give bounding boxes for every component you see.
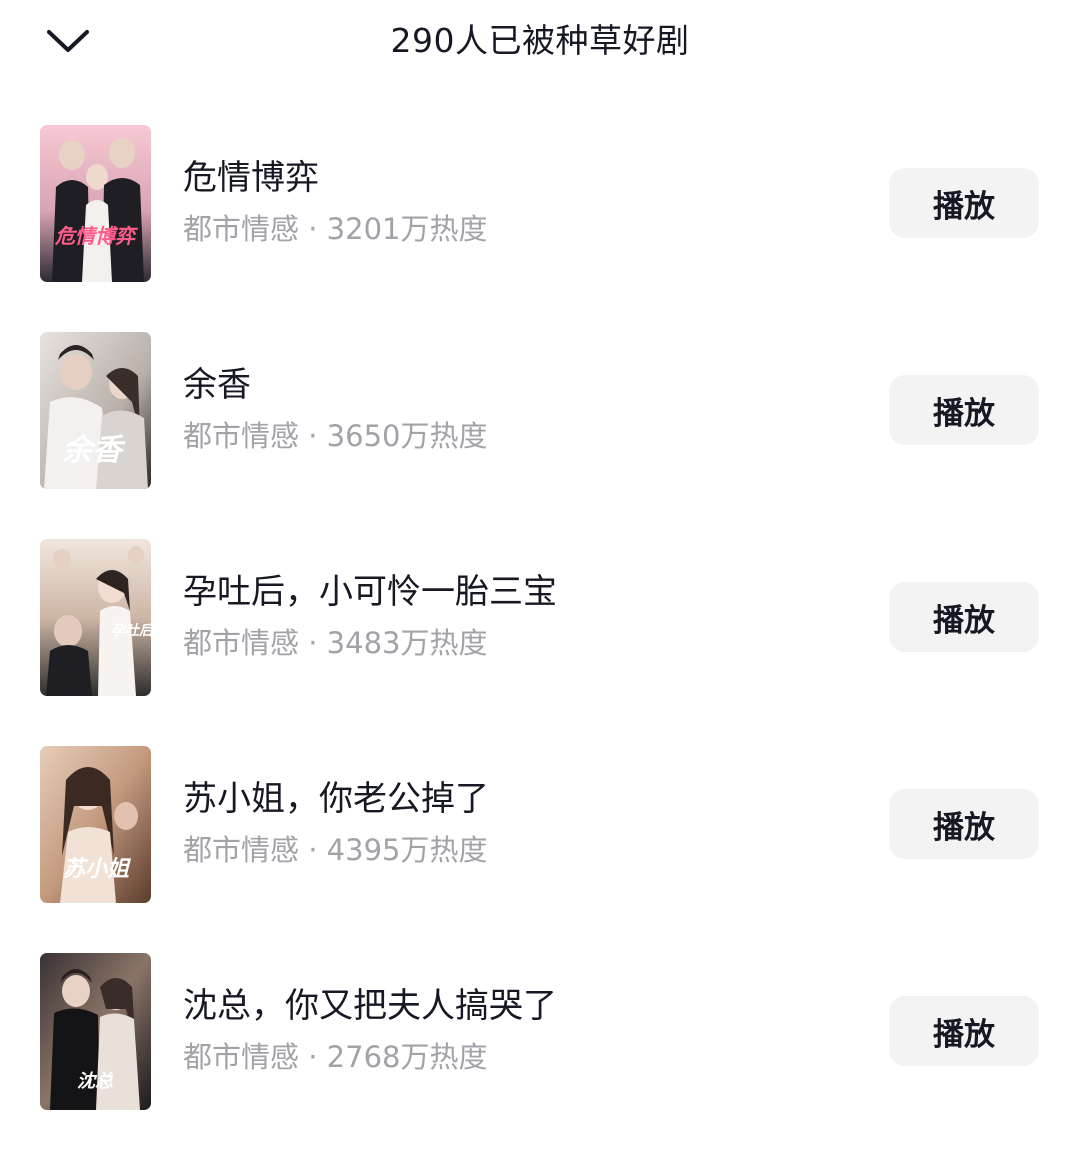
drama-poster[interactable]: 孕吐后: [40, 539, 151, 696]
play-button[interactable]: 播放: [889, 789, 1039, 859]
drama-heat: 2768万热度: [326, 1040, 488, 1074]
page-title: 290人已被种草好剧: [390, 21, 690, 60]
meta-separator: ·: [308, 1040, 318, 1074]
drama-heat: 3650万热度: [326, 419, 488, 453]
drama-genre: 都市情感: [183, 626, 300, 660]
play-button[interactable]: 播放: [889, 996, 1039, 1066]
poster-title-text: 危情博弈: [54, 224, 139, 248]
header-bar: 290人已被种草好剧: [0, 0, 1080, 82]
meta-separator: ·: [308, 833, 318, 867]
drama-info: 余香 都市情感 · 3650万热度: [183, 360, 870, 458]
drama-title: 危情博弈: [183, 158, 319, 198]
drama-info: 苏小姐，你老公掉了 都市情感 · 4395万热度: [183, 774, 870, 872]
drama-meta: 都市情感 · 3483万热度: [183, 621, 870, 665]
play-button[interactable]: 播放: [889, 582, 1039, 652]
drama-info: 危情博弈 都市情感 · 3201万热度: [183, 153, 870, 251]
drama-genre: 都市情感: [183, 212, 300, 246]
meta-separator: ·: [308, 212, 318, 246]
drama-genre: 都市情感: [183, 833, 300, 867]
drama-heat: 4395万热度: [326, 833, 488, 867]
drama-list-item[interactable]: 孕吐后 孕吐后，小可怜一胎三宝 都市情感 · 3483万热度 播放: [0, 527, 1080, 709]
drama-list-item[interactable]: 余香 余香 都市情感 · 3650万热度 播放: [0, 320, 1080, 502]
drama-genre: 都市情感: [183, 1040, 300, 1074]
drama-info: 孕吐后，小可怜一胎三宝 都市情感 · 3483万热度: [183, 567, 870, 665]
drama-meta: 都市情感 · 3201万热度: [183, 207, 870, 251]
drama-title: 苏小姐，你老公掉了: [183, 779, 489, 819]
meta-separator: ·: [308, 626, 318, 660]
drama-title: 余香: [183, 365, 251, 405]
drama-heat: 3201万热度: [326, 212, 488, 246]
poster-title-text: 孕吐后: [111, 623, 151, 639]
poster-title-text: 沈总: [77, 1071, 114, 1092]
drama-genre: 都市情感: [183, 419, 300, 453]
drama-meta: 都市情感 · 2768万热度: [183, 1035, 870, 1079]
drama-info: 沈总，你又把夫人搞哭了 都市情感 · 2768万热度: [183, 981, 870, 1079]
poster-title-text: 苏小姐: [63, 856, 132, 882]
drama-meta: 都市情感 · 3650万热度: [183, 414, 870, 458]
poster-title-text: 余香: [62, 433, 126, 468]
play-button[interactable]: 播放: [889, 375, 1039, 445]
drama-meta: 都市情感 · 4395万热度: [183, 828, 870, 872]
drama-poster[interactable]: 危情博弈: [40, 125, 151, 282]
drama-list-item[interactable]: 苏小姐 苏小姐，你老公掉了 都市情感 · 4395万热度 播放: [0, 734, 1080, 916]
drama-poster[interactable]: 苏小姐: [40, 746, 151, 903]
drama-poster[interactable]: 余香: [40, 332, 151, 489]
drama-title: 沈总，你又把夫人搞哭了: [183, 986, 557, 1026]
drama-list-item[interactable]: 沈总 沈总，你又把夫人搞哭了 都市情感 · 2768万热度 播放: [0, 941, 1080, 1123]
drama-list-item[interactable]: 危情博弈 危情博弈 都市情感 · 3201万热度 播放: [0, 113, 1080, 295]
play-button[interactable]: 播放: [889, 168, 1039, 238]
meta-separator: ·: [308, 419, 318, 453]
drama-title: 孕吐后，小可怜一胎三宝: [183, 572, 557, 612]
drama-heat: 3483万热度: [326, 626, 488, 660]
drama-poster[interactable]: 沈总: [40, 953, 151, 1110]
